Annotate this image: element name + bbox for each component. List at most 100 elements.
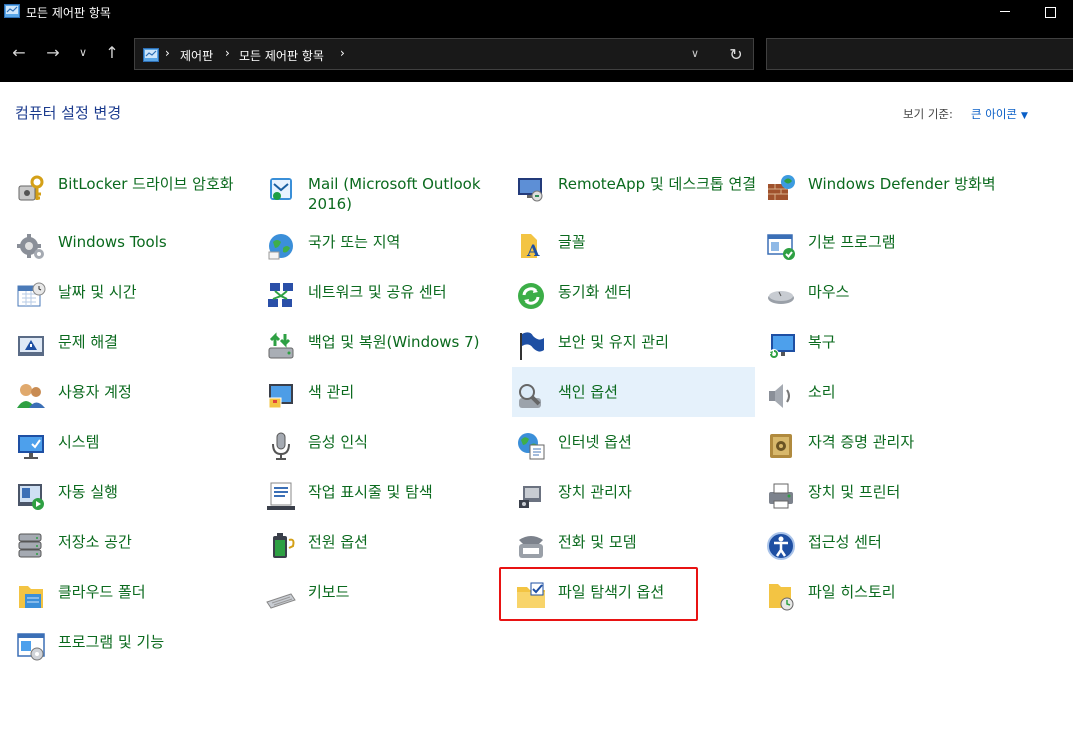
internet-options-icon[interactable] <box>515 430 547 462</box>
user-accounts-icon[interactable] <box>15 380 47 412</box>
control-panel-item[interactable]: 색인 옵션 <box>512 367 755 417</box>
power-icon[interactable] <box>265 530 297 562</box>
back-arrow-icon[interactable]: ← <box>6 40 32 66</box>
item-label[interactable]: 동기화 센터 <box>558 282 758 302</box>
address-bar[interactable]: › 제어판 › 모든 제어판 항목 › ∨ ↻ <box>134 38 754 70</box>
breadcrumb-separator-icon[interactable]: › <box>225 46 230 60</box>
breadcrumb-control-panel[interactable]: 제어판 <box>180 47 213 64</box>
breadcrumb-separator-icon[interactable]: › <box>340 46 345 60</box>
item-label[interactable]: 마우스 <box>808 282 1008 302</box>
troubleshooting-icon[interactable] <box>15 330 47 362</box>
item-label[interactable]: 장치 및 프린터 <box>808 482 1008 502</box>
forward-arrow-icon[interactable]: → <box>40 40 66 66</box>
dropdown-caret-icon[interactable]: ▼ <box>1021 111 1028 121</box>
control-panel-item[interactable]: 접근성 센터 <box>765 530 1008 576</box>
item-label[interactable]: 전원 옵션 <box>308 532 508 552</box>
sync-center-icon[interactable] <box>515 280 547 312</box>
control-panel-item[interactable]: 장치 및 프린터 <box>765 480 1008 526</box>
item-label[interactable]: 네트워크 및 공유 센터 <box>308 282 508 302</box>
item-label[interactable]: 접근성 센터 <box>808 532 1008 552</box>
control-panel-item[interactable]: 작업 표시줄 및 탐색 <box>265 480 508 526</box>
item-label[interactable]: 기본 프로그램 <box>808 232 1008 252</box>
storage-icon[interactable] <box>15 530 47 562</box>
control-panel-item[interactable]: 복구 <box>765 330 1008 376</box>
item-label[interactable]: 프로그램 및 기능 <box>58 632 258 652</box>
view-by-value[interactable]: 큰 아이콘 <box>971 107 1017 121</box>
mail-icon[interactable] <box>265 172 297 204</box>
control-panel-item[interactable]: 자동 실행 <box>15 480 258 526</box>
file-history-icon[interactable] <box>765 580 797 612</box>
speech-icon[interactable] <box>265 430 297 462</box>
item-label[interactable]: 보안 및 유지 관리 <box>558 332 758 352</box>
control-panel-item[interactable]: 동기화 센터 <box>515 280 758 326</box>
item-label[interactable]: 날짜 및 시간 <box>58 282 258 302</box>
control-panel-item[interactable]: 저장소 공간 <box>15 530 258 576</box>
security-flag-icon[interactable] <box>515 330 547 362</box>
control-panel-item[interactable]: 프로그램 및 기능 <box>15 630 258 676</box>
item-label[interactable]: 키보드 <box>308 582 508 602</box>
cloud-folder-icon[interactable] <box>15 580 47 612</box>
network-icon[interactable] <box>265 280 297 312</box>
control-panel-item[interactable]: 클라우드 폴더 <box>15 580 258 626</box>
fonts-icon[interactable]: A <box>515 230 547 262</box>
item-label[interactable]: 국가 또는 지역 <box>308 232 508 252</box>
minimize-button[interactable] <box>996 2 1016 22</box>
control-panel-item[interactable]: 백업 및 복원(Windows 7) <box>265 330 508 376</box>
control-panel-item[interactable]: RemoteApp 및 데스크톱 연결 <box>515 172 758 218</box>
control-panel-item[interactable]: Mail (Microsoft Outlook 2016) <box>265 172 508 218</box>
system-icon[interactable] <box>15 430 47 462</box>
backup-icon[interactable] <box>265 330 297 362</box>
remoteapp-icon[interactable] <box>515 172 547 204</box>
item-label[interactable]: 파일 히스토리 <box>808 582 1008 602</box>
item-label[interactable]: 사용자 계정 <box>58 382 258 402</box>
search-input[interactable] <box>766 38 1073 70</box>
printer-icon[interactable] <box>765 480 797 512</box>
control-panel-item[interactable]: 사용자 계정 <box>15 380 258 426</box>
control-panel-item[interactable]: 파일 히스토리 <box>765 580 1008 626</box>
control-panel-item[interactable]: 자격 증명 관리자 <box>765 430 1008 476</box>
item-label[interactable]: 문제 해결 <box>58 332 258 352</box>
item-label[interactable]: 백업 및 복원(Windows 7) <box>308 332 508 352</box>
control-panel-item[interactable]: Windows Defender 방화벽 <box>765 172 1008 218</box>
control-panel-item[interactable]: 소리 <box>765 380 1008 426</box>
default-programs-icon[interactable] <box>765 230 797 262</box>
item-label[interactable]: Mail (Microsoft Outlook 2016) <box>308 174 508 214</box>
item-label[interactable]: 색 관리 <box>308 382 508 402</box>
item-label[interactable]: BitLocker 드라이브 암호화 <box>58 174 258 194</box>
control-panel-item[interactable]: Windows Tools <box>15 230 258 276</box>
item-label[interactable]: Windows Defender 방화벽 <box>808 174 1008 194</box>
control-panel-item[interactable]: 키보드 <box>265 580 508 626</box>
control-panel-item[interactable]: 전원 옵션 <box>265 530 508 576</box>
mouse-icon[interactable] <box>765 280 797 312</box>
control-panel-item[interactable]: 날짜 및 시간 <box>15 280 258 326</box>
credential-icon[interactable] <box>765 430 797 462</box>
view-by-dropdown[interactable]: 큰 아이콘 ▼ <box>971 106 1028 122</box>
keyboard-icon[interactable] <box>265 580 297 612</box>
item-label[interactable]: 색인 옵션 <box>558 382 758 402</box>
item-label[interactable]: 자동 실행 <box>58 482 258 502</box>
refresh-icon[interactable]: ↻ <box>725 44 747 66</box>
control-panel-item[interactable]: A 글꼴 <box>515 230 758 276</box>
item-label[interactable]: 저장소 공간 <box>58 532 258 552</box>
control-panel-item[interactable]: BitLocker 드라이브 암호화 <box>15 172 258 218</box>
control-panel-item[interactable]: 인터넷 옵션 <box>515 430 758 476</box>
item-label[interactable]: 소리 <box>808 382 1008 402</box>
maximize-button[interactable] <box>1040 2 1060 22</box>
up-arrow-icon[interactable]: ↑ <box>99 40 125 66</box>
device-manager-icon[interactable] <box>515 480 547 512</box>
item-label[interactable]: 음성 인식 <box>308 432 508 452</box>
breadcrumb-separator-icon[interactable]: › <box>165 46 170 60</box>
control-panel-item[interactable]: 기본 프로그램 <box>765 230 1008 276</box>
accessibility-icon[interactable] <box>765 530 797 562</box>
item-label[interactable]: Windows Tools <box>58 232 258 252</box>
region-icon[interactable] <box>265 230 297 262</box>
control-panel-item[interactable]: 네트워크 및 공유 센터 <box>265 280 508 326</box>
item-label[interactable]: 클라우드 폴더 <box>58 582 258 602</box>
recent-locations-chevron-icon[interactable]: ∨ <box>70 40 96 66</box>
indexing-icon[interactable] <box>515 380 547 412</box>
control-panel-item[interactable]: 마우스 <box>765 280 1008 326</box>
address-dropdown-icon[interactable]: ∨ <box>691 47 699 60</box>
item-label[interactable]: RemoteApp 및 데스크톱 연결 <box>558 174 758 194</box>
item-label[interactable]: 인터넷 옵션 <box>558 432 758 452</box>
windows-tools-icon[interactable] <box>15 230 47 262</box>
